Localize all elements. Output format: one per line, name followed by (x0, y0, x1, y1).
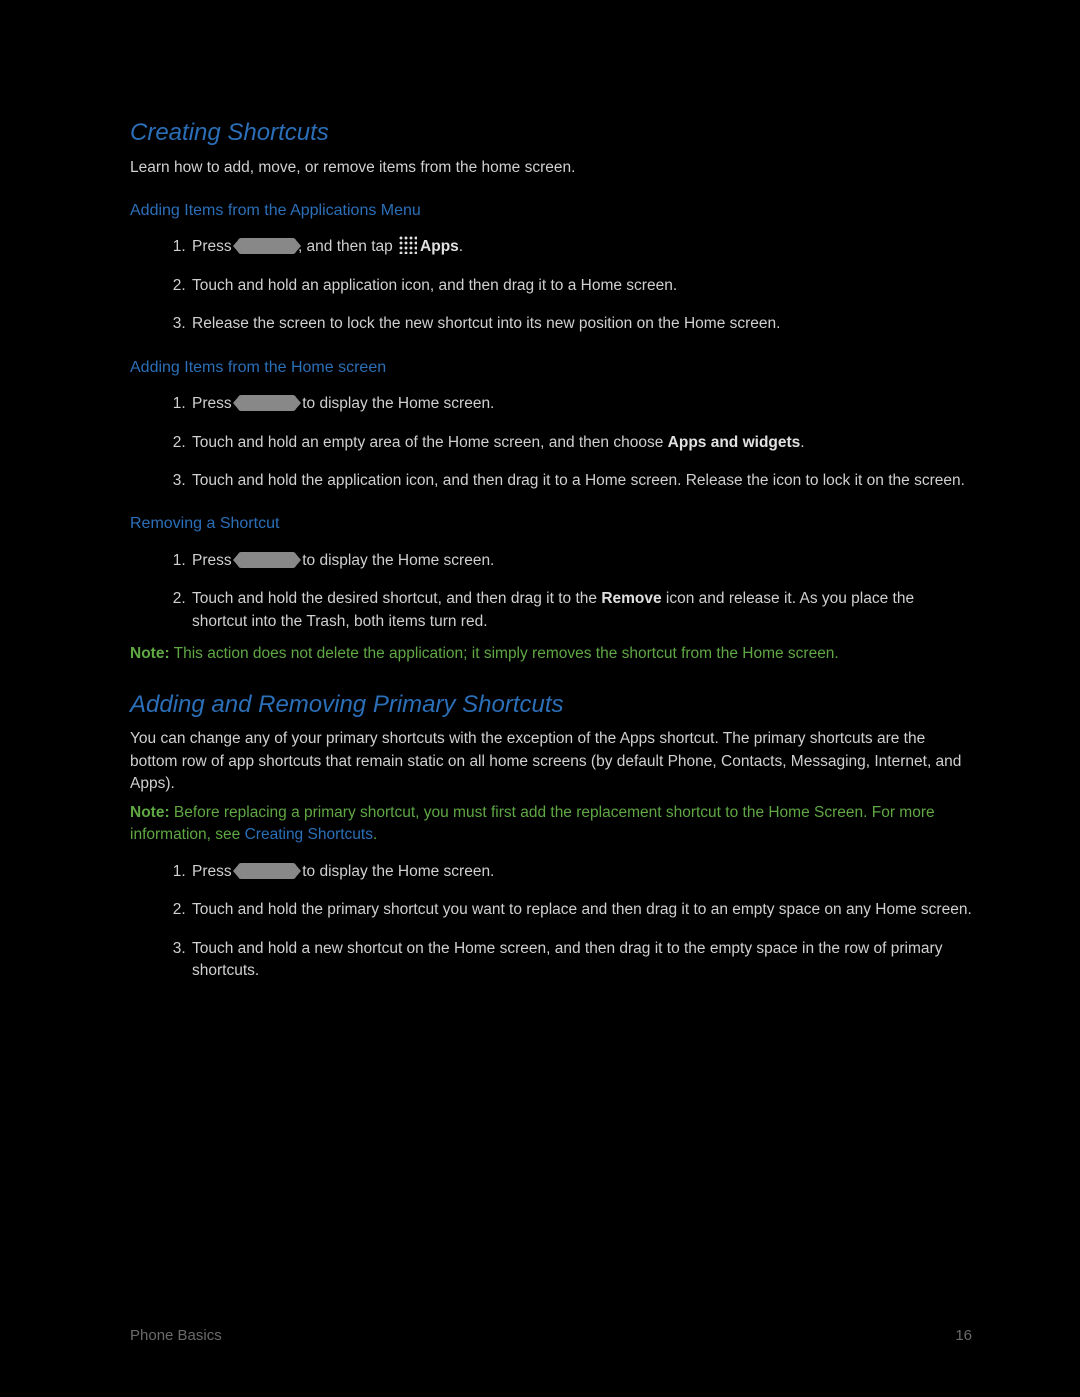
note-label: Note: (130, 645, 170, 662)
step-text: to display the Home screen. (298, 552, 494, 569)
home-button-icon (238, 395, 296, 411)
apps-grid-icon (399, 236, 417, 254)
step-text: Press (192, 552, 236, 569)
step-text-bold: Apps (420, 238, 459, 255)
step-text: , and then tap (298, 238, 397, 255)
step-item: Release the screen to lock the new short… (190, 313, 972, 335)
note-label: Note: (130, 804, 170, 821)
step-text: Press (192, 238, 236, 255)
step-item: Touch and hold the primary shortcut you … (190, 899, 972, 921)
step-item: Touch and hold an empty area of the Home… (190, 432, 972, 454)
subheading-adding-home-screen: Adding Items from the Home screen (130, 356, 972, 379)
step-item: Touch and hold the application icon, and… (190, 470, 972, 492)
home-button-icon (238, 238, 296, 254)
steps-list: Press to display the Home screen. Touch … (130, 393, 972, 492)
step-text: Press (192, 863, 236, 880)
footer-page-number: 16 (955, 1325, 972, 1347)
home-button-icon (238, 863, 296, 879)
note-text: Note: Before replacing a primary shortcu… (130, 802, 972, 847)
step-text-bold: Remove (601, 590, 661, 607)
steps-list: Press to display the Home screen. Touch … (130, 861, 972, 983)
subheading-adding-apps-menu: Adding Items from the Applications Menu (130, 199, 972, 222)
step-text: Press (192, 395, 236, 412)
step-item: Touch and hold an application icon, and … (190, 275, 972, 297)
step-text: to display the Home screen. (298, 395, 494, 412)
note-body: . (373, 826, 377, 843)
step-text: Touch and hold an empty area of the Home… (192, 434, 668, 451)
heading-primary-shortcuts: Adding and Removing Primary Shortcuts (130, 688, 972, 723)
heading-creating-shortcuts: Creating Shortcuts (130, 116, 972, 151)
subheading-removing-shortcut: Removing a Shortcut (130, 512, 972, 535)
page-footer: Phone Basics 16 (130, 1325, 972, 1347)
note-text: Note: This action does not delete the ap… (130, 643, 972, 665)
intro-text: Learn how to add, move, or remove items … (130, 157, 972, 179)
step-item: Press to display the Home screen. (190, 861, 972, 883)
step-item: Touch and hold the desired shortcut, and… (190, 588, 972, 633)
step-text: . (800, 434, 804, 451)
step-text-bold: Apps and widgets (668, 434, 801, 451)
step-text: . (459, 238, 463, 255)
step-item: Touch and hold a new shortcut on the Hom… (190, 938, 972, 983)
link-creating-shortcuts[interactable]: Creating Shortcuts (245, 826, 373, 843)
step-text: to display the Home screen. (298, 863, 494, 880)
home-button-icon (238, 552, 296, 568)
step-text: Touch and hold the desired shortcut, and… (192, 590, 601, 607)
step-item: Press to display the Home screen. (190, 393, 972, 415)
note-body: This action does not delete the applicat… (170, 645, 839, 662)
steps-list: Press , and then tap Apps. Touch and hol… (130, 236, 972, 335)
step-item: Press , and then tap Apps. (190, 236, 972, 258)
footer-section: Phone Basics (130, 1325, 222, 1347)
steps-list: Press to display the Home screen. Touch … (130, 550, 972, 633)
step-item: Press to display the Home screen. (190, 550, 972, 572)
intro-text: You can change any of your primary short… (130, 728, 972, 795)
